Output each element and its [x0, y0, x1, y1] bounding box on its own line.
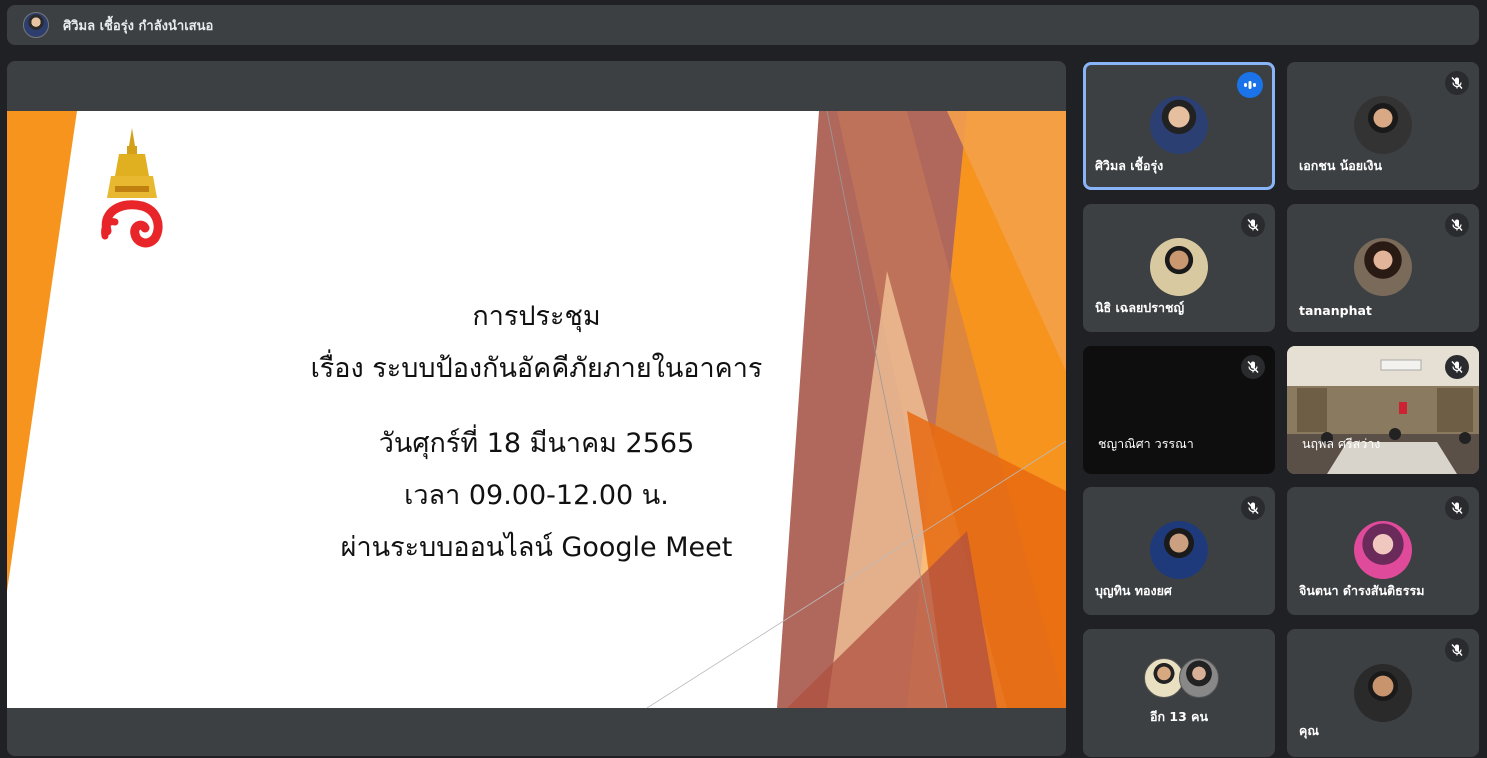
- presenter-avatar: [23, 12, 49, 38]
- mic-off-icon: [1241, 496, 1265, 520]
- participant-name: นิธิ เฉลยปราชญ์: [1095, 300, 1185, 315]
- participant-tile[interactable]: นิธิ เฉลยปราชญ์: [1083, 204, 1275, 332]
- participant-name: ศิวิมล เชื้อรุ่ง: [1095, 158, 1164, 173]
- participant-tile[interactable]: นฤพล ศรีสว่าง: [1287, 346, 1479, 474]
- presentation-stage[interactable]: การประชุม เรื่อง ระบบป้องกันอัคคีภัยภายใ…: [7, 61, 1066, 756]
- participant-name: คุณ: [1299, 723, 1319, 738]
- participant-tile[interactable]: เอกชน น้อยเงิน: [1287, 62, 1479, 190]
- institution-logo: [101, 128, 163, 248]
- slide-title: การประชุม: [472, 301, 601, 332]
- more-participants-label: อีก 13 คน: [1149, 709, 1209, 724]
- participant-tile[interactable]: ชญาณิศา วรรณา: [1083, 346, 1275, 474]
- mic-off-icon: [1445, 213, 1469, 237]
- participant-name: จินตนา ดำรงสันติธรรม: [1299, 583, 1425, 598]
- mic-off-icon: [1445, 638, 1469, 662]
- presenter-text: ศิวิมล เชื้อรุ่ง กำลังนำเสนอ: [63, 18, 214, 34]
- mic-off-icon: [1241, 213, 1265, 237]
- participant-name: บุญทิน ทองยศ: [1095, 583, 1172, 598]
- participant-avatar: [1354, 521, 1412, 579]
- participant-avatar: [1150, 96, 1208, 154]
- mic-off-icon: [1445, 355, 1469, 379]
- participant-name: ชญาณิศา วรรณา: [1098, 436, 1194, 451]
- audio-bars-icon: [1237, 72, 1263, 98]
- slide-subject: เรื่อง ระบบป้องกันอัคคีภัยภายในอาคาร: [310, 353, 763, 384]
- participant-name: tananphat: [1299, 303, 1372, 318]
- presenter-bar: ศิวิมล เชื้อรุ่ง กำลังนำเสนอ: [7, 5, 1479, 45]
- participant-tile[interactable]: ศิวิมล เชื้อรุ่ง: [1083, 62, 1275, 190]
- participant-tile[interactable]: จินตนา ดำรงสันติธรรม: [1287, 487, 1479, 615]
- participant-tile[interactable]: บุญทิน ทองยศ: [1083, 487, 1275, 615]
- participant-avatar: [1179, 658, 1219, 698]
- more-participants-tile[interactable]: อีก 13 คน: [1083, 629, 1275, 757]
- participant-avatar: [1150, 238, 1208, 296]
- shared-slide: การประชุม เรื่อง ระบบป้องกันอัคคีภัยภายใ…: [7, 111, 1066, 708]
- slide-platform: ผ่านระบบออนไลน์ Google Meet: [340, 532, 733, 563]
- mic-off-icon: [1445, 496, 1469, 520]
- self-tile[interactable]: คุณ: [1287, 629, 1479, 757]
- participant-name: นฤพล ศรีสว่าง: [1302, 436, 1381, 451]
- mic-off-icon: [1241, 355, 1265, 379]
- slide-time: เวลา 09.00-12.00 น.: [404, 480, 669, 511]
- participant-avatar: [1354, 96, 1412, 154]
- slide-date: วันศุกร์ที่ 18 มีนาคม 2565: [378, 428, 695, 459]
- participant-name: เอกชน น้อยเงิน: [1299, 158, 1383, 173]
- mic-off-icon: [1445, 71, 1469, 95]
- participant-avatar: [1354, 664, 1412, 722]
- participant-avatar: [1150, 521, 1208, 579]
- participant-avatar: [1144, 658, 1184, 698]
- participant-avatar: [1354, 238, 1412, 296]
- participant-tile[interactable]: tananphat: [1287, 204, 1479, 332]
